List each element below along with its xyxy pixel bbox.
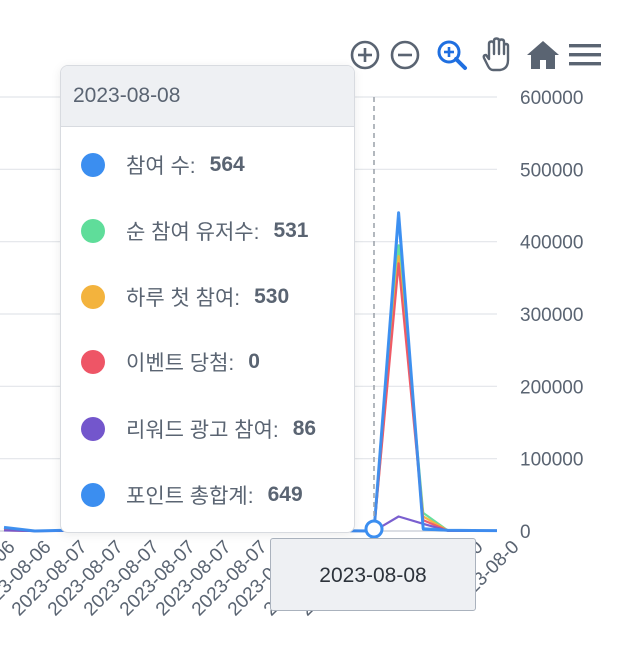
series-marker: [81, 219, 105, 243]
tooltip-row: 하루 첫 참여: 530: [81, 282, 289, 312]
series-marker: [81, 285, 105, 309]
zoom-out-circle-icon: [390, 40, 420, 70]
chart-area: 0 100000 200000 300000 400000 500000 600000 202…: [0, 0, 640, 658]
y-tick-label: 300000: [520, 305, 583, 326]
tooltip-row: 리워드 광고 참여: 86: [81, 414, 316, 444]
y-tick-label: 200000: [520, 377, 583, 398]
home-reset-icon: [527, 41, 559, 69]
tooltip-row: 포인트 총합계: 649: [81, 480, 303, 510]
tooltip-row-value: 86: [292, 417, 317, 440]
tooltip-row-label: 포인트 총합계:: [126, 485, 254, 508]
y-tick-label: 500000: [520, 160, 583, 181]
series-tooltip: 2023-08-08 참여 수: 564 순 참여 유저수: 531 하루 첫 …: [60, 65, 355, 533]
pan-button[interactable]: [476, 36, 514, 74]
tooltip-row-value: 564: [209, 153, 245, 176]
chart-toolbar: [348, 36, 608, 76]
menu-button[interactable]: [566, 36, 604, 74]
tooltip-title: 2023-08-08: [61, 66, 354, 127]
tooltip-row-label: 리워드 광고 참여:: [126, 419, 279, 442]
zoom-out-button[interactable]: [388, 36, 426, 74]
reset-zoom-button[interactable]: [524, 36, 562, 74]
tooltip-row-label: 이벤트 당첨:: [126, 352, 235, 375]
y-tick-label: 100000: [520, 450, 583, 471]
tooltip-row-label: 순 참여 유저수:: [126, 221, 260, 244]
magnifier-zoom-icon: [437, 40, 467, 70]
tooltip-row-value: 0: [248, 350, 260, 373]
tooltip-row-value: 530: [254, 285, 290, 308]
series-marker: [81, 350, 105, 374]
highlight-point: [364, 519, 384, 539]
x-axis-tooltip: 2023-08-08: [270, 538, 476, 611]
series-marker: [81, 417, 105, 441]
tooltip-row-value: 531: [273, 219, 309, 242]
tooltip-row: 순 참여 유저수: 531: [81, 216, 308, 246]
tooltip-row-label: 하루 첫 참여:: [126, 287, 241, 310]
tooltip-row: 참여 수: 564: [81, 150, 245, 180]
pan-hand-icon: [482, 37, 510, 72]
y-tick-label: 400000: [520, 233, 583, 254]
series-marker: [81, 153, 105, 177]
selection-zoom-button[interactable]: [434, 36, 472, 74]
tooltip-row-value: 649: [267, 483, 303, 506]
menu-icon: [569, 44, 601, 66]
tooltip-row: 이벤트 당첨: 0: [81, 347, 260, 377]
series-marker: [81, 483, 105, 507]
y-tick-label: 0: [520, 522, 531, 543]
tooltip-row-label: 참여 수:: [126, 155, 196, 178]
y-tick-label: 600000: [520, 88, 583, 109]
